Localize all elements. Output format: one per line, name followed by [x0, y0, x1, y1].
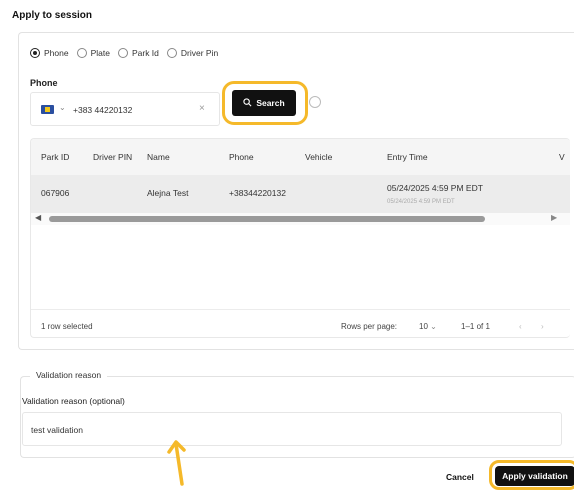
validation-reason-input[interactable]: test validation: [22, 412, 562, 446]
radio-checked-icon[interactable]: [30, 48, 40, 58]
radio-unchecked-icon[interactable]: [76, 48, 87, 58]
cell-entry-time: 05/24/2025 4:59 PM EDT: [387, 183, 483, 193]
radio-park-id[interactable]: Park Id: [117, 48, 159, 58]
annotation-arrow-icon: [167, 440, 186, 486]
radio-unchecked-icon[interactable]: [117, 48, 128, 58]
column-header-phone[interactable]: Phone: [229, 152, 254, 162]
scroll-right-icon[interactable]: ▶: [551, 213, 557, 222]
radio-label: Phone: [44, 48, 69, 58]
cell-name: Alejna Test: [147, 188, 189, 198]
scroll-left-icon[interactable]: ◀: [35, 213, 41, 222]
validation-reason-legend: Validation reason: [30, 370, 108, 380]
rows-per-page-label: Rows per page:: [341, 322, 398, 331]
scrollbar-thumb[interactable]: [49, 216, 485, 222]
radio-unchecked-icon[interactable]: [166, 48, 177, 58]
clear-icon[interactable]: ×: [199, 103, 205, 114]
search-by-radio-group: Phone Plate Park Id Driver Pin: [30, 48, 226, 58]
rows-per-page-value[interactable]: 10: [419, 322, 428, 331]
results-table: Park ID Driver PIN Name Phone Vehicle En…: [30, 138, 570, 338]
column-header-vehicle[interactable]: Vehicle: [305, 152, 332, 162]
next-page-icon[interactable]: ›: [541, 322, 544, 331]
kosovo-flag-icon[interactable]: [41, 105, 54, 114]
phone-input-value[interactable]: +383 44220132: [73, 105, 132, 115]
radio-label: Park Id: [131, 48, 159, 58]
cell-entry-time-sub: 05/24/2025 4:59 PM EDT: [387, 199, 455, 205]
validation-reason-value[interactable]: test validation: [31, 425, 83, 435]
radio-phone[interactable]: Phone: [30, 48, 69, 58]
selected-count: 1 row selected: [41, 322, 93, 331]
radio-label: Plate: [90, 48, 110, 58]
cell-park-id: 067906: [41, 188, 70, 198]
column-header-park-id[interactable]: Park ID: [41, 152, 69, 162]
radio-driver-pin[interactable]: Driver Pin: [166, 48, 219, 58]
phone-input[interactable]: ⌄ +383 44220132 ×: [30, 92, 220, 126]
pagination-range: 1–1 of 1: [461, 322, 490, 331]
chevron-down-icon[interactable]: ⌄: [59, 103, 66, 112]
phone-field-label: Phone: [30, 78, 58, 88]
column-header-v[interactable]: V: [559, 152, 565, 162]
horizontal-scrollbar[interactable]: ◀ ▶: [31, 213, 570, 225]
cancel-button[interactable]: Cancel: [446, 472, 474, 482]
cell-phone: +38344220132: [229, 188, 286, 198]
table-header: Park ID Driver PIN Name Phone Vehicle En…: [31, 139, 570, 175]
validation-reason-label: Validation reason (optional): [22, 396, 125, 406]
column-header-name[interactable]: Name: [147, 152, 170, 162]
column-header-driver-pin[interactable]: Driver PIN: [93, 152, 132, 162]
radio-plate[interactable]: Plate: [76, 48, 110, 58]
prev-page-icon[interactable]: ‹: [519, 322, 522, 331]
chevron-down-icon[interactable]: ⌄: [430, 322, 437, 331]
rows-per-page-select[interactable]: 10 ⌄: [419, 322, 437, 331]
dialog-title: Apply to session: [12, 10, 93, 21]
highlight-outline: [222, 81, 308, 125]
table-row[interactable]: 067906 Alejna Test +38344220132 05/24/20…: [31, 175, 570, 213]
loading-spinner-icon: [309, 96, 321, 108]
radio-label: Driver Pin: [180, 48, 219, 58]
column-header-entry-time[interactable]: Entry Time: [387, 152, 428, 162]
table-footer: 1 row selected Rows per page: 10 ⌄ 1–1 o…: [31, 309, 570, 337]
